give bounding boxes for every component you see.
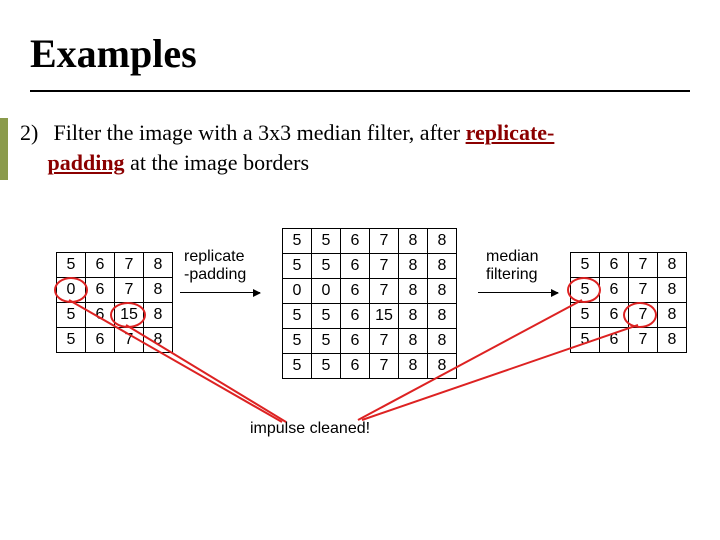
label-median-1: median — [486, 248, 538, 265]
cell: 6 — [341, 229, 370, 254]
cell: 8 — [428, 229, 457, 254]
cell: 8 — [428, 304, 457, 329]
cell: 7 — [370, 329, 399, 354]
ellipse-a-0 — [54, 277, 88, 303]
arrow-replicate — [180, 292, 260, 293]
ellipse-c-7 — [623, 302, 657, 328]
cell: 5 — [283, 329, 312, 354]
title-underline — [30, 90, 690, 92]
cell: 5 — [312, 354, 341, 379]
cell: 8 — [144, 328, 173, 353]
cell: 8 — [658, 253, 687, 278]
label-impulse-cleaned: impulse cleaned! — [250, 420, 370, 438]
cell: 5 — [283, 354, 312, 379]
body-line-b: at the image borders — [125, 150, 310, 175]
cell: 6 — [341, 304, 370, 329]
cell: 6 — [600, 278, 629, 303]
cell: 8 — [658, 278, 687, 303]
cell: 7 — [115, 253, 144, 278]
emph-padding: padding — [48, 150, 125, 175]
cell: 8 — [399, 329, 428, 354]
label-replicate-1: replicate — [184, 248, 244, 265]
label-replicate-2: -padding — [184, 266, 246, 283]
list-number: 2) — [20, 118, 48, 148]
cell: 7 — [629, 253, 658, 278]
cell: 8 — [399, 254, 428, 279]
cell: 0 — [312, 279, 341, 304]
cell: 6 — [600, 253, 629, 278]
cell: 7 — [370, 229, 399, 254]
label-median-2: filtering — [486, 266, 538, 283]
label-median-filtering: median filtering — [486, 248, 538, 285]
cell: 7 — [370, 254, 399, 279]
accent-bar — [0, 118, 8, 180]
cell: 6 — [341, 254, 370, 279]
cell: 8 — [399, 279, 428, 304]
cell: 8 — [144, 278, 173, 303]
cell: 8 — [428, 254, 457, 279]
cell: 7 — [115, 328, 144, 353]
cell: 6 — [341, 329, 370, 354]
cell: 6 — [86, 328, 115, 353]
cell: 8 — [428, 354, 457, 379]
cell: 5 — [312, 229, 341, 254]
emph-replicate: replicate- — [466, 120, 555, 145]
cell: 7 — [629, 328, 658, 353]
cell: 5 — [571, 303, 600, 328]
cell: 8 — [144, 303, 173, 328]
cell: 6 — [341, 279, 370, 304]
cell: 7 — [115, 278, 144, 303]
arrow-median — [478, 292, 558, 293]
cell: 7 — [629, 278, 658, 303]
cell: 6 — [86, 278, 115, 303]
cell: 5 — [57, 303, 86, 328]
cell: 8 — [658, 303, 687, 328]
cell: 7 — [370, 354, 399, 379]
cell: 5 — [571, 253, 600, 278]
label-replicate-padding: replicate -padding — [184, 248, 246, 285]
cell: 8 — [399, 354, 428, 379]
table-padded: 5567885567880067885561588556788556788 — [282, 228, 457, 379]
body-text: 2) Filter the image with a 3x3 median fi… — [20, 118, 690, 177]
cell: 6 — [600, 328, 629, 353]
cell: 7 — [370, 279, 399, 304]
ellipse-a-15 — [110, 302, 146, 328]
cell: 6 — [86, 253, 115, 278]
slide-title: Examples — [30, 30, 197, 77]
cell: 5 — [283, 254, 312, 279]
cell: 8 — [144, 253, 173, 278]
cell: 5 — [283, 304, 312, 329]
cell: 5 — [312, 254, 341, 279]
cell: 0 — [283, 279, 312, 304]
cell: 8 — [399, 304, 428, 329]
cell: 5 — [312, 304, 341, 329]
cell: 5 — [283, 229, 312, 254]
cell: 5 — [571, 328, 600, 353]
cell: 5 — [57, 253, 86, 278]
cell: 6 — [341, 354, 370, 379]
cell: 8 — [428, 329, 457, 354]
ellipse-c-5 — [567, 277, 601, 303]
cell: 8 — [399, 229, 428, 254]
cell: 15 — [370, 304, 399, 329]
cell: 5 — [312, 329, 341, 354]
cell: 8 — [658, 328, 687, 353]
body-line-a: Filter the image with a 3x3 median filte… — [54, 120, 466, 145]
cell: 8 — [428, 279, 457, 304]
cell: 5 — [57, 328, 86, 353]
